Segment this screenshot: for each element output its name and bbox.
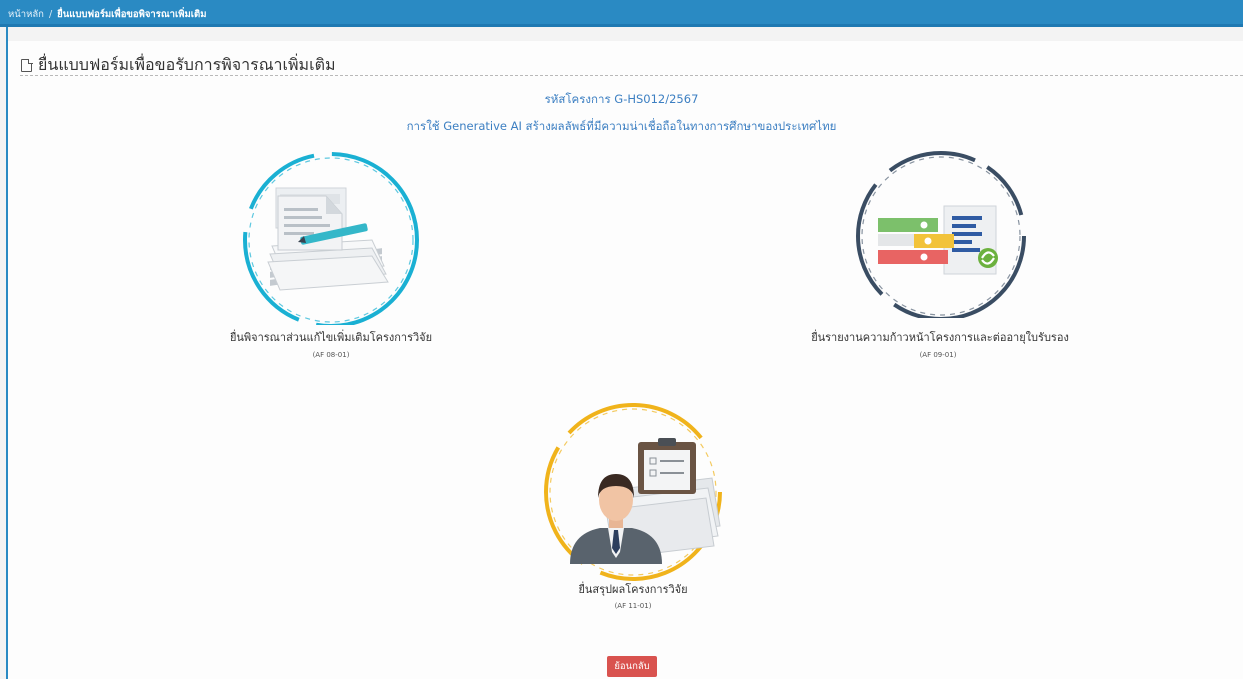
card-progress-report-label[interactable]: ยื่นรายงานความก้าวหน้าโครงการและต่ออายุใ… [795, 328, 1085, 346]
report-binders-icon [856, 151, 1026, 318]
breadcrumb: หน้าหลัก / ยื่นแบบฟอร์มเพื่อขอพิจารณาเพิ่ม… [8, 7, 206, 22]
breadcrumb-home-link[interactable]: หน้าหลัก [8, 9, 44, 20]
breadcrumb-separator: / [48, 9, 53, 20]
card-final-report-code: (AF 11-01) [614, 602, 652, 610]
top-header-bar: หน้าหลัก / ยื่นแบบฟอร์มเพื่อขอพิจารณาเพิ่ม… [0, 0, 1243, 27]
document-pen-icon [243, 152, 419, 325]
card-progress-report[interactable] [845, 148, 1037, 318]
researcher-clipboard-icon [544, 403, 722, 581]
title-divider [20, 75, 1243, 76]
project-code: รหัสโครงการ G-HS012/2567 [544, 92, 699, 106]
back-button[interactable]: ย้อนกลับ [607, 656, 657, 677]
card-amendment[interactable] [236, 150, 426, 325]
card-amendment-code: (AF 08-01) [312, 351, 350, 359]
card-amendment-label[interactable]: ยื่นพิจารณาส่วนแก้ไขเพิ่มเติมโครงการวิจั… [196, 328, 466, 346]
card-progress-report-code: (AF 09-01) [919, 351, 957, 359]
project-name: การใช้ Generative AI สร้างผลลัพธ์ที่มีคว… [406, 119, 837, 133]
file-icon [21, 58, 33, 72]
card-final-report[interactable] [540, 400, 726, 582]
card-final-report-label[interactable]: ยื่นสรุปผลโครงการวิจัย [533, 580, 733, 598]
breadcrumb-current: ยื่นแบบฟอร์มเพื่อขอพิจารณาเพิ่มเติม [57, 9, 207, 20]
